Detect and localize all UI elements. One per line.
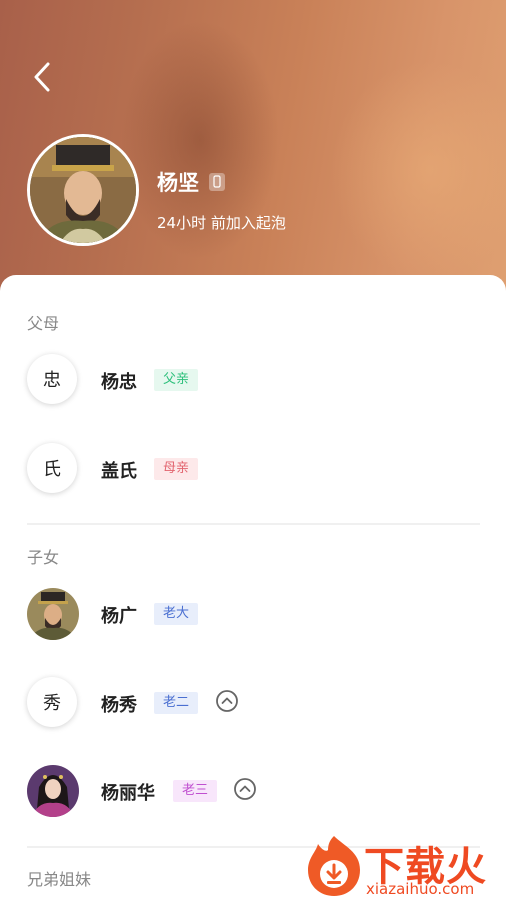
profile-joined-text: 24小时 前加入起泡 — [157, 214, 286, 232]
section-title-children: 子女 — [27, 548, 60, 567]
avatar — [27, 765, 79, 817]
back-icon[interactable] — [30, 60, 56, 94]
relation-tag: 母亲 — [154, 458, 199, 480]
avatar: 秀 — [27, 677, 77, 727]
profile-name: 杨坚 — [157, 171, 199, 195]
profile-avatar — [27, 134, 139, 246]
avatar — [27, 588, 79, 640]
relation-tag: 父亲 — [154, 369, 199, 391]
relation-row-child-3[interactable]: 杨丽华 老三 — [27, 765, 487, 817]
section-title-parents: 父母 — [27, 314, 60, 333]
watermark-url: xiazaihuo.com — [366, 880, 475, 898]
relation-tag: 老三 — [173, 780, 218, 802]
relation-tag: 老大 — [154, 603, 199, 625]
relation-row-child-2[interactable]: 秀 杨秀 老二 — [27, 677, 487, 729]
relation-row-mother[interactable]: 氏 盖氏 母亲 — [27, 443, 487, 495]
expand-up-icon[interactable] — [233, 777, 257, 801]
avatar: 氏 — [27, 443, 77, 493]
phone-icon — [209, 173, 225, 191]
divider — [27, 523, 480, 525]
relation-name: 杨丽华 — [101, 783, 155, 804]
relation-row-child-1[interactable]: 杨广 老大 — [27, 588, 487, 640]
expand-up-icon[interactable] — [215, 689, 239, 713]
avatar: 忠 — [27, 354, 77, 404]
section-title-siblings: 兄弟姐妹 — [27, 870, 92, 889]
relation-name: 杨忠 — [101, 372, 137, 393]
relation-name: 杨广 — [101, 606, 137, 627]
relation-name: 杨秀 — [101, 695, 137, 716]
relation-tag: 老二 — [154, 692, 199, 714]
relation-row-father[interactable]: 忠 杨忠 父亲 — [27, 354, 487, 406]
relation-name: 盖氏 — [101, 461, 137, 482]
watermark-logo: 下载火 xiazaihuo.com — [298, 832, 506, 900]
